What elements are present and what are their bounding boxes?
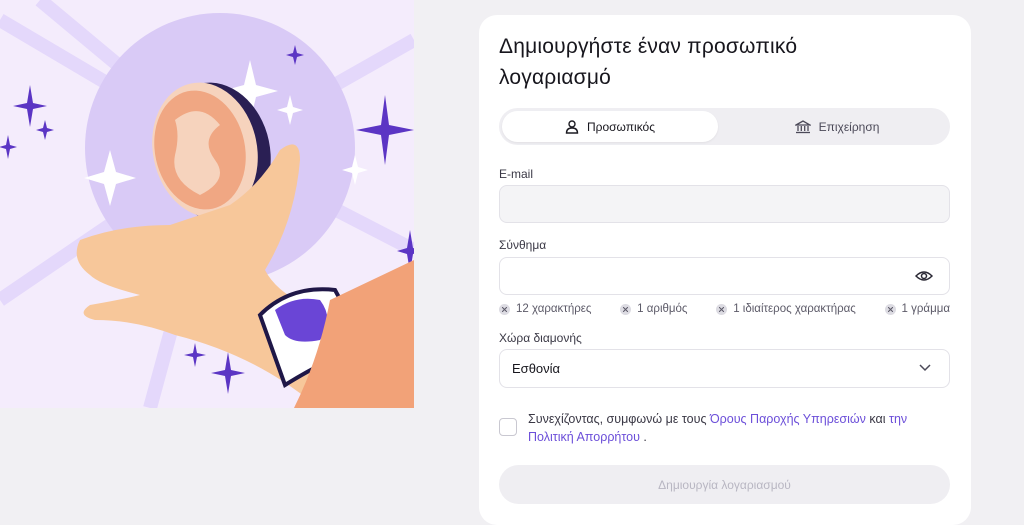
chevron-down-icon: [919, 364, 931, 372]
country-label: Χώρα διαμονής: [499, 331, 582, 345]
person-icon: [565, 119, 579, 134]
requirement-item: 12 χαρακτήρες: [499, 301, 591, 317]
terms-checkbox[interactable]: [499, 418, 517, 436]
terms-of-service-link[interactable]: Όρους Παροχής Υπηρεσιών: [710, 412, 866, 426]
eye-icon[interactable]: [915, 268, 933, 284]
tab-personal[interactable]: Προσωπικός: [502, 111, 718, 142]
tab-business-label: Επιχείρηση: [818, 119, 880, 134]
cross-icon: [620, 303, 632, 315]
password-field-wrapper: [499, 257, 950, 295]
terms-suffix: .: [643, 430, 647, 444]
terms-middle: και: [869, 412, 886, 426]
requirement-item: 1 ιδιαίτερος χαρακτήρας: [716, 301, 856, 317]
requirement-item: 1 αριθμός: [620, 301, 687, 317]
tab-personal-label: Προσωπικός: [586, 119, 656, 134]
password-field[interactable]: [500, 258, 949, 294]
page-title: Δημιουργήστε έναν προσωπικό λογαριασμό: [499, 35, 798, 89]
cross-icon: [716, 303, 728, 315]
requirement-label: 1 ιδιαίτερος χαρακτήρας: [733, 303, 856, 315]
requirement-label: 12 χαρακτήρες: [516, 303, 592, 315]
cross-icon: [499, 303, 510, 315]
bank-icon: [794, 119, 811, 133]
requirement-label: 1 αριθμός: [637, 303, 688, 315]
requirement-label: 1 γράμμα: [901, 303, 950, 315]
email-label: E-mail: [499, 167, 534, 181]
account-type-switch: Προσωπικός Επιχείρηση: [499, 108, 950, 145]
terms-text: Συνεχίζοντας, συμφωνώ με τους Όρους Παρο…: [528, 410, 948, 446]
terms-prefix: Συνεχίζοντας, συμφωνώ με τους: [528, 412, 707, 426]
tab-business[interactable]: Επιχείρηση: [729, 111, 945, 142]
password-requirements: 12 χαρακτήρες 1 αριθμός 1 ιδιαίτερος χαρ…: [499, 301, 950, 317]
cross-icon: [884, 303, 896, 315]
email-field-wrapper: [499, 185, 950, 223]
country-value: Εσθονία: [512, 361, 561, 376]
email-field[interactable]: [500, 186, 949, 222]
requirement-item: 1 γράμμα: [884, 301, 950, 317]
hero-illustration: [0, 0, 414, 408]
hand-coin-illustration: [0, 0, 414, 408]
create-account-button[interactable]: Δημιουργία λογαριασμού: [499, 465, 950, 504]
signup-card: Δημιουργήστε έναν προσωπικό λογαριασμό Π…: [479, 15, 971, 525]
country-select[interactable]: Εσθονία: [499, 349, 950, 388]
password-label: Σύνθημα: [499, 238, 547, 252]
